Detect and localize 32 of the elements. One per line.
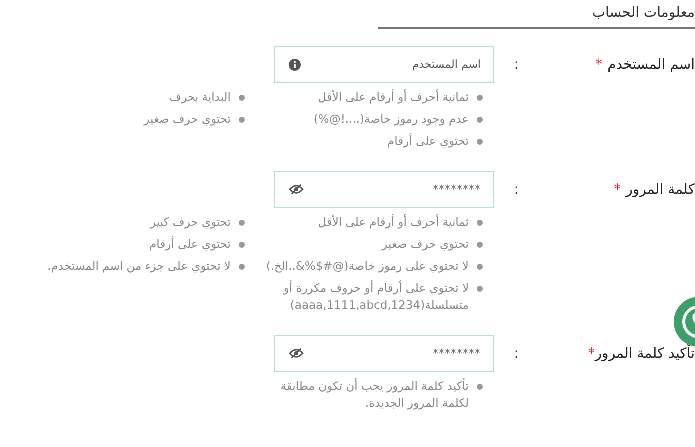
colon: : [513, 182, 519, 198]
hint-text: لا تحتوي على رموز خاصة(@#$%&..الخ.) [266, 258, 469, 275]
field-label: كلمة المرور [626, 182, 695, 198]
placeholder-text: اسم المستخدم [411, 58, 481, 71]
hint-text: لا تحتوي على جزء من اسم المستخدم. [48, 258, 231, 275]
colon: : [513, 346, 519, 362]
hint-text: تأكيد كلمة المرور يجب أن تكون مطابقة لكلمة المرور الجديدة. [280, 378, 469, 412]
hint-text: تحتوي حرف صغير [382, 236, 469, 253]
hint-text: ثمانية أحرف أو أرقام على الأقل [318, 89, 469, 106]
hint-text: تحتوي على أرقام [150, 236, 231, 253]
password-value: ******** [432, 347, 481, 360]
hint-text: تحتوي حرف كبير [150, 214, 231, 231]
section-title: معلومات الحساب [591, 4, 695, 23]
hint-text: البداية بحرف [170, 89, 231, 106]
password-field[interactable]: ******** [274, 335, 494, 372]
eye-slash-icon[interactable] [289, 184, 304, 195]
required-mark: * [588, 346, 596, 362]
hint-text: عدم وجود رموز خاصة(....!@%) [314, 111, 469, 128]
field-label: تأكيد كلمة المرور [595, 346, 695, 362]
colon: : [513, 56, 519, 72]
eye-slash-icon[interactable] [289, 348, 304, 359]
required-mark: * [596, 56, 603, 72]
hint-text: ثمانية أحرف أو أرقام على الأقل [318, 214, 469, 231]
hint-text: تحتوي على أرقام [388, 133, 469, 150]
password-value: ******** [432, 183, 481, 196]
required-mark: * [614, 182, 622, 198]
username-field[interactable]: اسم المستخدم [274, 46, 494, 83]
password-field[interactable]: ******** [274, 171, 494, 208]
info-icon[interactable] [289, 58, 301, 70]
hint-text: لا تحتوي على أرقام أو حروف مكررة أو متسلسلة(aaaa,1111,abcd,1234) [282, 280, 469, 314]
hint-text: تحتوي حرف صغير [144, 111, 231, 128]
field-label: اسم المستخدم [608, 56, 695, 72]
